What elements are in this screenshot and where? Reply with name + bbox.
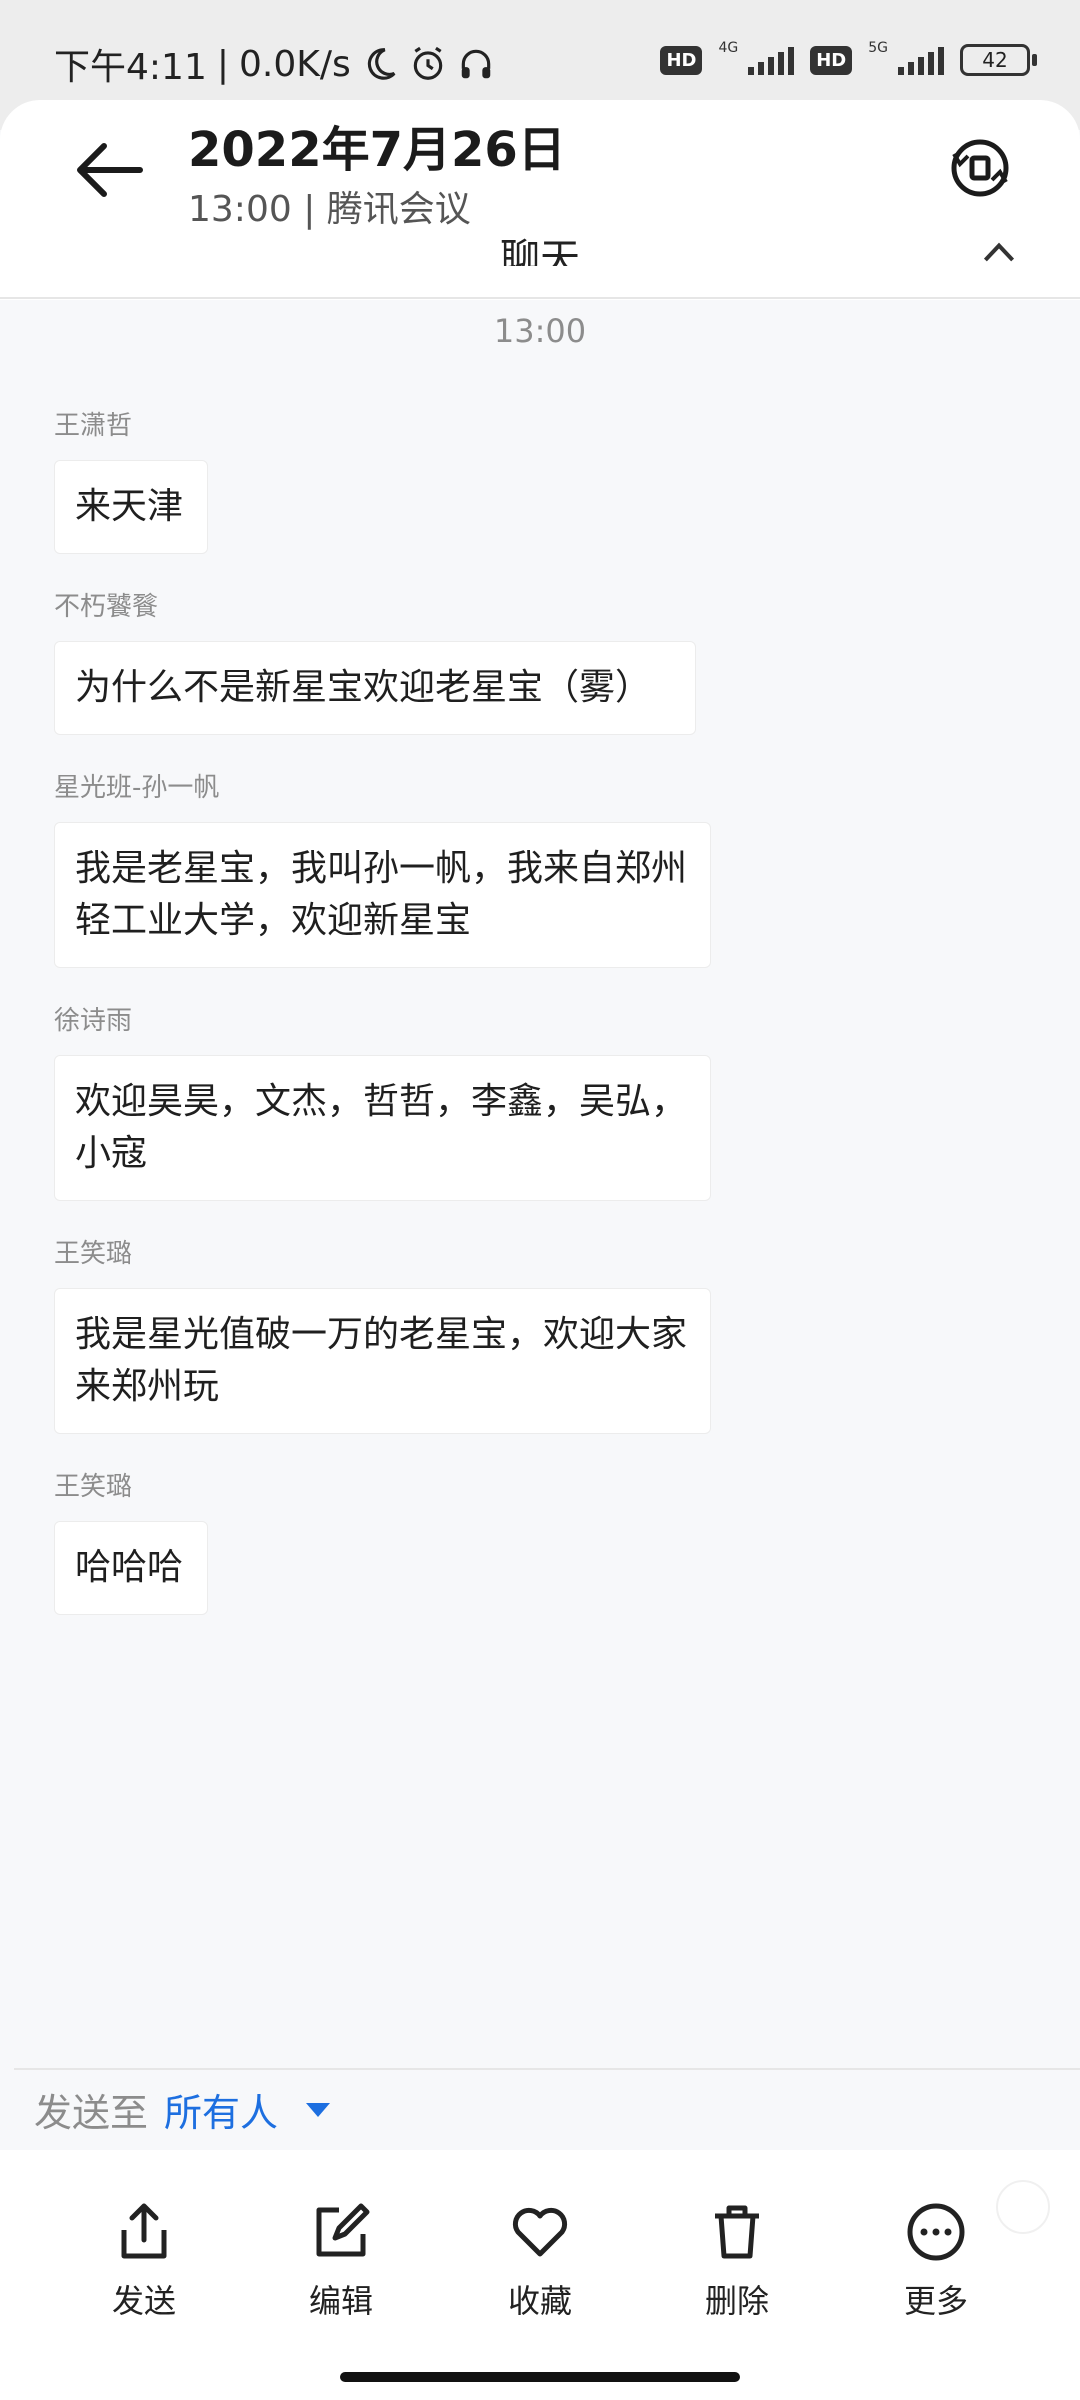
message-item: 王笑璐 我是星光值破一万的老星宝，欢迎大家来郑州玩: [54, 1233, 711, 1434]
more-icon: [907, 2203, 965, 2261]
edit-icon: [316, 2203, 370, 2257]
share-icon: [121, 2203, 167, 2259]
page-subtitle: 13:00 | 腾讯会议: [188, 189, 471, 230]
message-bubble[interactable]: 我是老星宝，我叫孙一帆，我来自郑州轻工业大学，欢迎新星宝: [54, 822, 711, 968]
collapse-chevron-icon[interactable]: [974, 228, 1024, 268]
floating-add-icon[interactable]: [996, 2180, 1050, 2234]
home-indicator[interactable]: [340, 2372, 740, 2382]
heart-icon: [512, 2207, 568, 2257]
sendto-divider: [14, 2068, 1080, 2070]
moon-icon: [367, 48, 396, 80]
signal-icon: [898, 45, 944, 75]
send-to-target[interactable]: 所有人: [164, 2082, 278, 2137]
bottom-toolbar: 发送 编辑 收藏 删除 更多: [0, 2150, 1080, 2400]
chat-timestamp: 13:00: [493, 312, 587, 350]
rotate-screen-icon[interactable]: [940, 128, 1020, 208]
network-type-label: 5G: [868, 40, 888, 56]
edit-button-label: 编辑: [308, 2282, 373, 2320]
status-right: HD 4G HD 5G 42: [660, 40, 1037, 76]
header: 2022年7月26日 13:00 | 腾讯会议 聊天: [0, 100, 1080, 300]
battery-level: 42: [982, 48, 1008, 72]
dropdown-caret-icon[interactable]: [306, 2102, 331, 2117]
message-sender: 王笑璐: [54, 1239, 133, 1269]
send-to-label: 发送至: [34, 2091, 149, 2135]
delete-button[interactable]: 删除: [667, 2200, 807, 2322]
message-item: 徐诗雨 欢迎昊昊，文杰，哲哲，李鑫，吴弘，小寇: [54, 1000, 711, 1201]
message-bubble[interactable]: 为什么不是新星宝欢迎老星宝（雾）: [54, 641, 696, 735]
signal-icon: [748, 45, 795, 75]
message-bubble[interactable]: 我是星光值破一万的老星宝，欢迎大家来郑州玩: [54, 1288, 711, 1434]
status-time: 下午4:11: [54, 47, 207, 88]
edit-button[interactable]: 编辑: [271, 2200, 411, 2322]
send-button[interactable]: 发送: [74, 2200, 214, 2322]
back-arrow-icon[interactable]: [70, 130, 150, 210]
message-sender: 徐诗雨: [54, 1006, 133, 1036]
more-button-label: 更多: [903, 2282, 968, 2320]
trash-icon: [715, 2205, 759, 2259]
message-bubble[interactable]: 哈哈哈: [54, 1521, 208, 1615]
message-sender: 不朽饕餮: [54, 592, 159, 622]
message-bubble[interactable]: 来天津: [54, 460, 208, 554]
favorite-button[interactable]: 收藏: [470, 2200, 610, 2322]
message-item: 星光班-孙一帆 我是老星宝，我叫孙一帆，我来自郑州轻工业大学，欢迎新星宝: [54, 767, 711, 968]
favorite-button-label: 收藏: [507, 2282, 572, 2320]
headphones-icon: [461, 49, 490, 79]
delete-button-label: 删除: [704, 2282, 769, 2320]
message-item: 王笑璐 哈哈哈: [54, 1466, 208, 1615]
send-to-selector[interactable]: 发送至 所有人: [34, 2082, 331, 2137]
more-button[interactable]: 更多: [866, 2200, 1006, 2322]
message-item: 王潇哲 来天津: [54, 405, 208, 554]
hd-badge: HD: [810, 45, 853, 75]
hd-badge: HD: [660, 45, 703, 75]
message-sender: 王潇哲: [54, 411, 133, 441]
message-sender: 星光班-孙一帆: [54, 773, 220, 803]
chat-panel-title: 聊天: [500, 236, 580, 266]
page-title: 2022年7月26日: [188, 122, 566, 178]
send-button-label: 发送: [111, 2282, 176, 2320]
header-divider: [0, 297, 1080, 299]
alarm-icon: [413, 46, 442, 80]
message-bubble[interactable]: 欢迎昊昊，文杰，哲哲，李鑫，吴弘，小寇: [54, 1055, 711, 1201]
status-left: 下午4:11 | 0.0K/s: [54, 38, 495, 90]
message-item: 不朽饕餮 为什么不是新星宝欢迎老星宝（雾）: [54, 586, 696, 735]
network-speed: 0.0K/s: [238, 43, 351, 85]
battery-icon: 42: [960, 44, 1037, 76]
message-sender: 王笑璐: [54, 1472, 133, 1502]
network-type-label: 4G: [718, 40, 739, 56]
